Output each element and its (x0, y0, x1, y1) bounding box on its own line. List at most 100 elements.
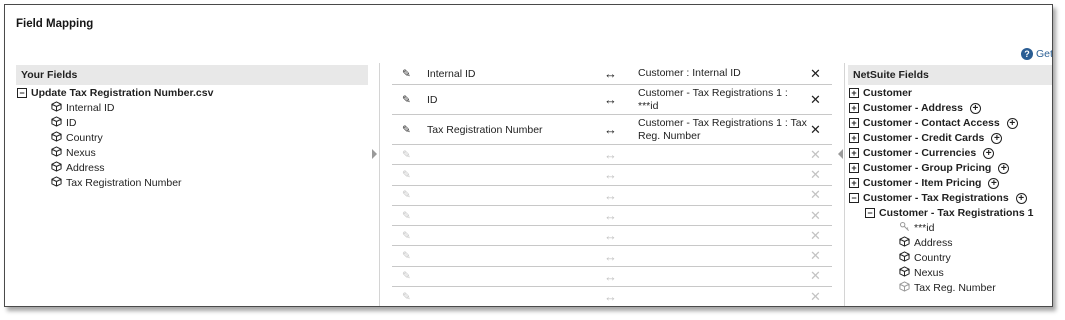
netsuite-field-label: Address (914, 237, 953, 249)
remove-mapping-icon[interactable]: ✕ (810, 92, 821, 108)
two-way-arrow-icon: ↔ (604, 208, 617, 224)
cube-icon (899, 281, 910, 295)
add-circle-icon[interactable]: + (988, 177, 1000, 189)
netsuite-field-label: Country (914, 252, 951, 264)
your-field-label: Internal ID (66, 102, 115, 114)
your-field-item[interactable]: Country (51, 131, 103, 145)
page-title: Field Mapping (16, 18, 94, 30)
empty-mapping-row: ✎ ↔ ✕ (392, 247, 832, 267)
subgroup-node[interactable]: − Customer - Tax Registrations 1 (865, 206, 1033, 220)
collapse-left-handle[interactable] (372, 149, 377, 159)
edit-pencil-icon[interactable]: ✎ (402, 169, 411, 181)
remove-mapping-icon[interactable]: ✕ (810, 187, 821, 203)
add-circle-icon[interactable]: + (998, 162, 1010, 174)
edit-pencil-icon[interactable]: ✎ (402, 68, 411, 80)
collapse-right-handle[interactable] (838, 149, 843, 159)
netsuite-field-item[interactable]: Tax Reg. Number (899, 281, 996, 295)
record-group-label: Customer - Tax Registrations (863, 192, 1009, 204)
edit-pencil-icon[interactable]: ✎ (402, 124, 411, 136)
record-group-node[interactable]: + Customer - Currencies + (849, 146, 995, 160)
remove-mapping-icon[interactable]: ✕ (810, 167, 821, 183)
your-field-item[interactable]: Address (51, 161, 105, 175)
netsuite-field-item[interactable]: ***id (899, 221, 934, 235)
two-way-arrow-icon: ↔ (604, 167, 617, 183)
edit-pencil-icon[interactable]: ✎ (402, 230, 411, 242)
netsuite-field-item[interactable]: Nexus (899, 266, 944, 280)
expand-icon[interactable]: + (849, 88, 859, 98)
cube-icon (899, 236, 910, 250)
netsuite-fields-header: NetSuite Fields (848, 65, 1052, 85)
expand-icon[interactable]: + (849, 103, 859, 113)
remove-mapping-icon[interactable]: ✕ (810, 208, 821, 224)
edit-pencil-icon[interactable]: ✎ (402, 94, 411, 106)
collapse-icon[interactable]: − (849, 193, 859, 203)
edit-pencil-icon[interactable]: ✎ (402, 189, 411, 201)
empty-mapping-row: ✎ ↔ ✕ (392, 165, 832, 186)
netsuite-field-item[interactable]: Address (899, 236, 953, 250)
help-icon: ? (1021, 48, 1033, 60)
your-field-label: ID (66, 117, 77, 129)
your-field-item[interactable]: Tax Registration Number (51, 176, 182, 190)
cube-icon (899, 251, 910, 265)
edit-pencil-icon[interactable]: ✎ (402, 149, 411, 161)
record-group-node[interactable]: + Customer - Item Pricing + (849, 176, 1000, 190)
remove-mapping-icon[interactable]: ✕ (810, 248, 821, 264)
add-circle-icon[interactable]: + (991, 132, 1003, 144)
your-field-item[interactable]: ID (51, 116, 77, 130)
remove-mapping-icon[interactable]: ✕ (810, 268, 821, 284)
record-group-label: Customer (863, 87, 913, 99)
record-group-node[interactable]: + Customer - Group Pricing + (849, 161, 1010, 175)
expand-icon[interactable]: + (849, 163, 859, 173)
mapping-source-field: Tax Registration Number (427, 123, 543, 136)
csv-file-name: Update Tax Registration Number.csv (31, 87, 214, 99)
collapse-icon[interactable]: − (17, 88, 27, 98)
help-link[interactable]: ? Get (1021, 48, 1052, 60)
collapse-icon[interactable]: − (865, 208, 875, 218)
expand-icon[interactable]: + (849, 148, 859, 158)
cube-icon (51, 161, 62, 175)
edit-pencil-icon[interactable]: ✎ (402, 210, 411, 222)
record-group-label: Customer - Item Pricing (863, 177, 982, 189)
record-group-node[interactable]: − Customer - Tax Registrations + (849, 191, 1027, 205)
record-group-label: Customer - Currencies (863, 147, 977, 159)
netsuite-field-item[interactable]: Country (899, 251, 951, 265)
two-way-arrow-icon: ↔ (604, 122, 617, 137)
record-group-node[interactable]: + Customer - Address + (849, 101, 981, 115)
expand-icon[interactable]: + (849, 133, 859, 143)
remove-mapping-icon[interactable]: ✕ (810, 289, 821, 305)
mapping-source-field: ID (427, 93, 438, 106)
two-way-arrow-icon: ↔ (604, 289, 617, 305)
two-way-arrow-icon: ↔ (604, 66, 617, 81)
add-circle-icon[interactable]: + (969, 102, 981, 114)
record-group-node[interactable]: + Customer - Contact Access + (849, 116, 1018, 130)
mapping-source-field: Internal ID (427, 67, 476, 80)
empty-mapping-row: ✎ ↔ ✕ (392, 267, 832, 288)
your-field-item[interactable]: Internal ID (51, 101, 114, 115)
mapping-target-field: Customer - Tax Registrations 1 : ***id (638, 86, 788, 112)
record-group-node[interactable]: + Customer - Credit Cards + (849, 131, 1003, 145)
remove-mapping-icon[interactable]: ✕ (810, 122, 821, 138)
add-circle-icon[interactable]: + (1015, 192, 1027, 204)
add-circle-icon[interactable]: + (1006, 117, 1018, 129)
right-divider (844, 63, 845, 306)
record-group-label: Customer - Group Pricing (863, 162, 992, 174)
edit-pencil-icon[interactable]: ✎ (402, 291, 411, 303)
your-field-item[interactable]: Nexus (51, 146, 96, 160)
edit-pencil-icon[interactable]: ✎ (402, 250, 411, 262)
your-field-label: Address (66, 162, 105, 174)
csv-file-node[interactable]: − Update Tax Registration Number.csv (17, 86, 213, 100)
mapping-row: ✎ Internal ID ↔ Customer : Internal ID ✕ (392, 63, 832, 85)
record-group-node[interactable]: + Customer (849, 86, 912, 100)
edit-pencil-icon[interactable]: ✎ (402, 270, 411, 282)
empty-mapping-row: ✎ ↔ ✕ (392, 206, 832, 227)
remove-mapping-icon[interactable]: ✕ (810, 66, 821, 82)
expand-icon[interactable]: + (849, 118, 859, 128)
mapping-row: ✎ ID ↔ Customer - Tax Registrations 1 : ***… (392, 85, 832, 115)
remove-mapping-icon[interactable]: ✕ (810, 147, 821, 163)
mapping-row: ✎ Tax Registration Number ↔ Customer - Tax … (392, 115, 832, 145)
add-circle-icon[interactable]: + (983, 147, 995, 159)
cube-icon (51, 101, 62, 115)
expand-icon[interactable]: + (849, 178, 859, 188)
remove-mapping-icon[interactable]: ✕ (810, 228, 821, 244)
field-mapping-window: Field Mapping ? Get Your Fields NetSuite… (4, 4, 1053, 307)
